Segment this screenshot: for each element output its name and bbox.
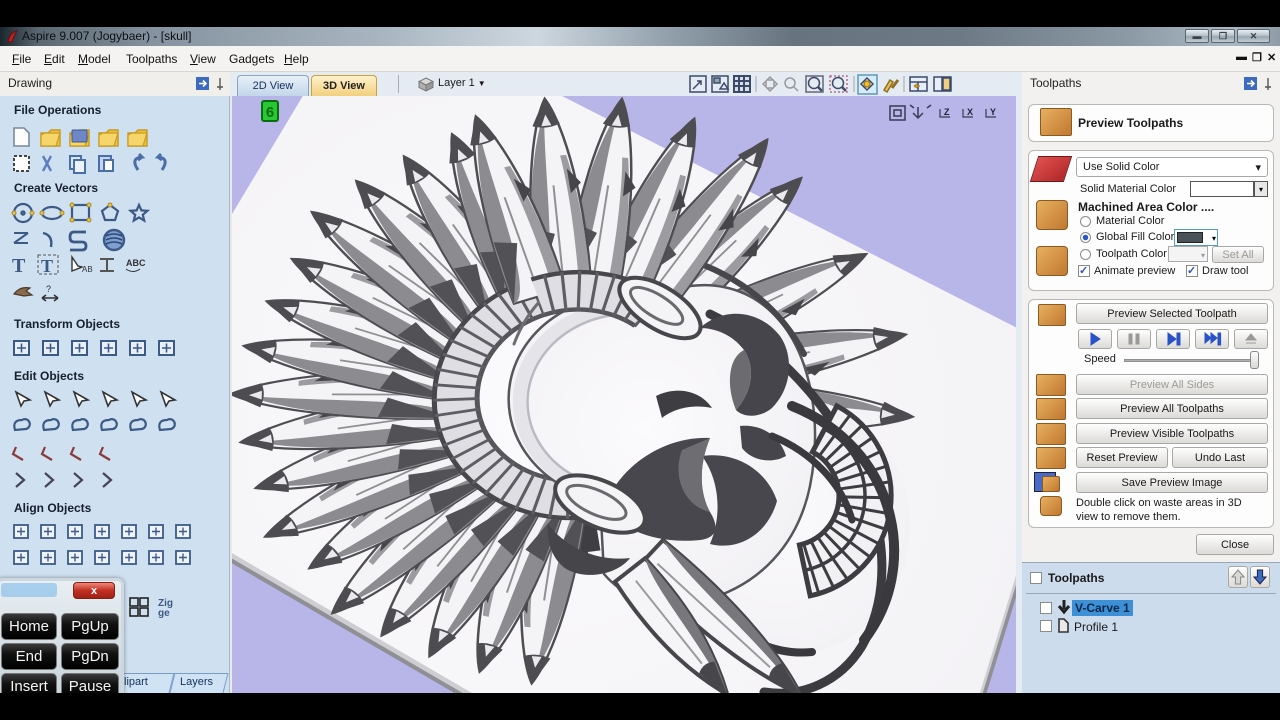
svg-text:Edit Objects: Edit Objects [14,369,84,383]
svg-text:File Operations: File Operations [14,103,102,117]
svg-text:Create Vectors: Create Vectors [14,181,98,195]
svg-text:Align Objects: Align Objects [14,501,92,515]
svg-text:6: 6 [265,105,274,122]
svg-text:AB: AB [82,265,93,274]
svg-text:X: X [967,107,973,117]
svg-text:Transform Objects: Transform Objects [14,317,120,331]
svg-text:ge: ge [158,608,170,619]
svg-text:T: T [12,255,26,277]
svg-text:Z: Z [944,107,950,117]
svg-text:T: T [41,256,53,276]
svg-text:?: ? [46,284,51,294]
svg-text:ABC: ABC [126,258,146,268]
svg-text:Y: Y [990,107,996,117]
